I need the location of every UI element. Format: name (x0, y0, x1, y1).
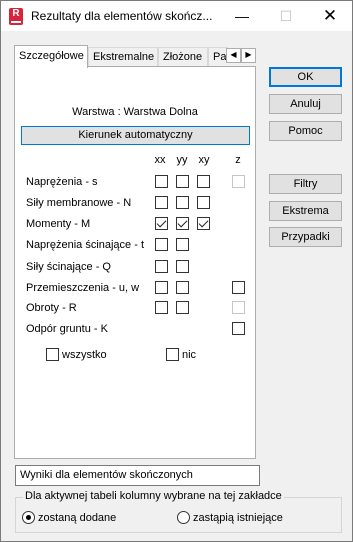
checkbox-xy[interactable] (197, 217, 210, 230)
column-header-z: z (235, 154, 241, 166)
checkbox-z[interactable] (232, 322, 245, 335)
row-label: Odpór gruntu - K (26, 323, 108, 335)
ok-button[interactable]: OK (269, 67, 342, 87)
minimize-button[interactable]: — (220, 1, 264, 31)
window-title: Rezultaty dla elementów skończ... (31, 9, 213, 23)
checkbox-z[interactable] (232, 281, 245, 294)
checkbox-yy[interactable] (176, 175, 189, 188)
tab-partial[interactable]: Pa (208, 47, 228, 67)
checkbox-xx[interactable] (155, 260, 168, 273)
results-dialog: R Rezultaty dla elementów skończ... — ☐ … (0, 0, 353, 542)
select-all-label: wszystko (62, 349, 107, 361)
robot-app-icon: R (9, 8, 23, 25)
select-none-label: nic (182, 349, 197, 361)
details-panel: Warstwa : Warstwa Dolna Kierunek automat… (14, 66, 256, 459)
row-label: Obroty - R (26, 302, 77, 314)
checkbox-yy[interactable] (176, 196, 189, 209)
column-header-xx: xx (154, 154, 166, 166)
row-label: Naprężenia ścinające - t (26, 239, 145, 251)
tab-scroll-left-icon[interactable]: ◀ (226, 48, 241, 63)
cases-button[interactable]: Przypadki (269, 227, 342, 247)
checkbox-xx[interactable] (155, 281, 168, 294)
checkbox-yy[interactable] (176, 301, 189, 314)
checkbox-xx[interactable] (155, 196, 168, 209)
tab-ekstremalne[interactable]: Ekstremalne (88, 47, 158, 67)
help-button[interactable]: Pomoc (269, 121, 342, 141)
select-all-checkbox[interactable] (46, 348, 59, 361)
tab-strip: Szczegółowe Ekstremalne Złożone Pa ◀ ▶ (14, 45, 256, 68)
checkbox-xx[interactable] (155, 217, 168, 230)
checkbox-xx[interactable] (155, 175, 168, 188)
row-label: Siły ścinające - Q (26, 261, 111, 273)
radio-replace-columns[interactable] (177, 511, 190, 524)
row-label: Momenty - M (26, 218, 91, 230)
checkbox-xx[interactable] (155, 238, 168, 251)
row-label: Siły membranowe - N (26, 197, 132, 209)
radio-add-columns[interactable] (22, 511, 35, 524)
maximize-button[interactable]: ☐ (264, 1, 308, 31)
tab-scroll-right-icon[interactable]: ▶ (241, 48, 256, 63)
title-bar: R Rezultaty dla elementów skończ... — ☐ … (1, 1, 352, 31)
radio-add-columns-label: zostaną dodane (38, 512, 117, 524)
columns-group-caption: Dla aktywnej tabeli kolumny wybrane na t… (23, 490, 284, 502)
checkbox-xy[interactable] (197, 175, 210, 188)
checkbox-xx[interactable] (155, 301, 168, 314)
extremes-button[interactable]: Ekstrema (269, 201, 342, 221)
column-header-yy: yy (176, 154, 188, 166)
radio-replace-columns-label: zastąpią istniejące (193, 512, 283, 524)
checkbox-z (232, 175, 245, 188)
select-none-checkbox[interactable] (166, 348, 179, 361)
tab-szczegolowe[interactable]: Szczegółowe (14, 45, 88, 68)
row-label: Przemieszczenia - u, w (26, 282, 140, 294)
checkbox-xy[interactable] (197, 196, 210, 209)
tab-zlozone[interactable]: Złożone (158, 47, 208, 67)
checkbox-yy[interactable] (176, 260, 189, 273)
filters-button[interactable]: Filtry (269, 174, 342, 194)
row-label: Naprężenia - s (26, 176, 98, 188)
checkbox-z (232, 301, 245, 314)
checkbox-yy[interactable] (176, 217, 189, 230)
checkbox-yy[interactable] (176, 238, 189, 251)
close-button[interactable]: ✕ (308, 1, 352, 31)
column-header-xy: xy (198, 154, 210, 166)
layer-label: Warstwa : Warstwa Dolna (72, 106, 198, 118)
checkbox-yy[interactable] (176, 281, 189, 294)
cancel-button[interactable]: Anuluj (269, 94, 342, 114)
info-field: Wyniki dla elementów skończonych (15, 465, 260, 486)
auto-direction-button[interactable]: Kierunek automatyczny (21, 126, 250, 145)
